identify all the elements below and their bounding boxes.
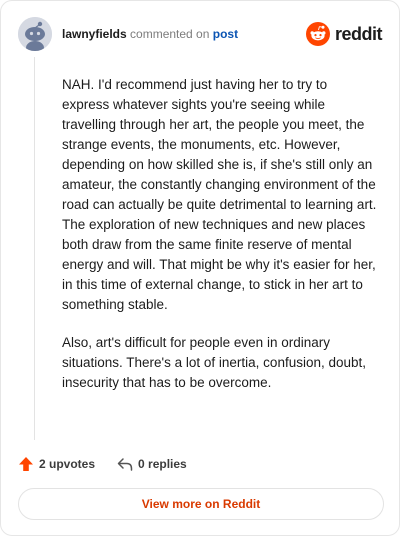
- reply-arrow-icon: [117, 458, 133, 471]
- avatar[interactable]: [18, 17, 52, 51]
- comment-header: lawnyfields commented on post reddit: [18, 17, 383, 51]
- reddit-alien-icon: [305, 22, 330, 46]
- reddit-logo[interactable]: reddit: [305, 22, 383, 46]
- upvote-button[interactable]: 2 upvotes: [18, 456, 95, 472]
- upvote-count: 2 upvotes: [39, 457, 96, 471]
- commented-on-text: commented on: [130, 27, 210, 41]
- embedded-comment-card: lawnyfields commented on post reddit NAH…: [0, 0, 400, 536]
- reply-count: 0 replies: [138, 457, 187, 471]
- comment-body: NAH. I'd recommend just having her to tr…: [62, 75, 378, 411]
- username[interactable]: lawnyfields: [62, 27, 127, 41]
- reply-button[interactable]: 0 replies: [117, 456, 187, 472]
- thread-line: [34, 57, 35, 440]
- reddit-wordmark: reddit: [334, 24, 383, 44]
- comment-paragraph: NAH. I'd recommend just having her to tr…: [62, 77, 377, 312]
- comment-paragraph: Also, art's difficult for people even in…: [62, 335, 367, 390]
- snoo-avatar-icon: [18, 17, 52, 51]
- comment-meta: lawnyfields commented on post: [62, 26, 238, 42]
- view-more-on-reddit-button[interactable]: View more on Reddit: [18, 488, 384, 520]
- comment-actions: 2 upvotes 0 replies: [18, 454, 209, 474]
- upvote-arrow-icon: [19, 457, 33, 471]
- post-link[interactable]: post: [213, 27, 238, 41]
